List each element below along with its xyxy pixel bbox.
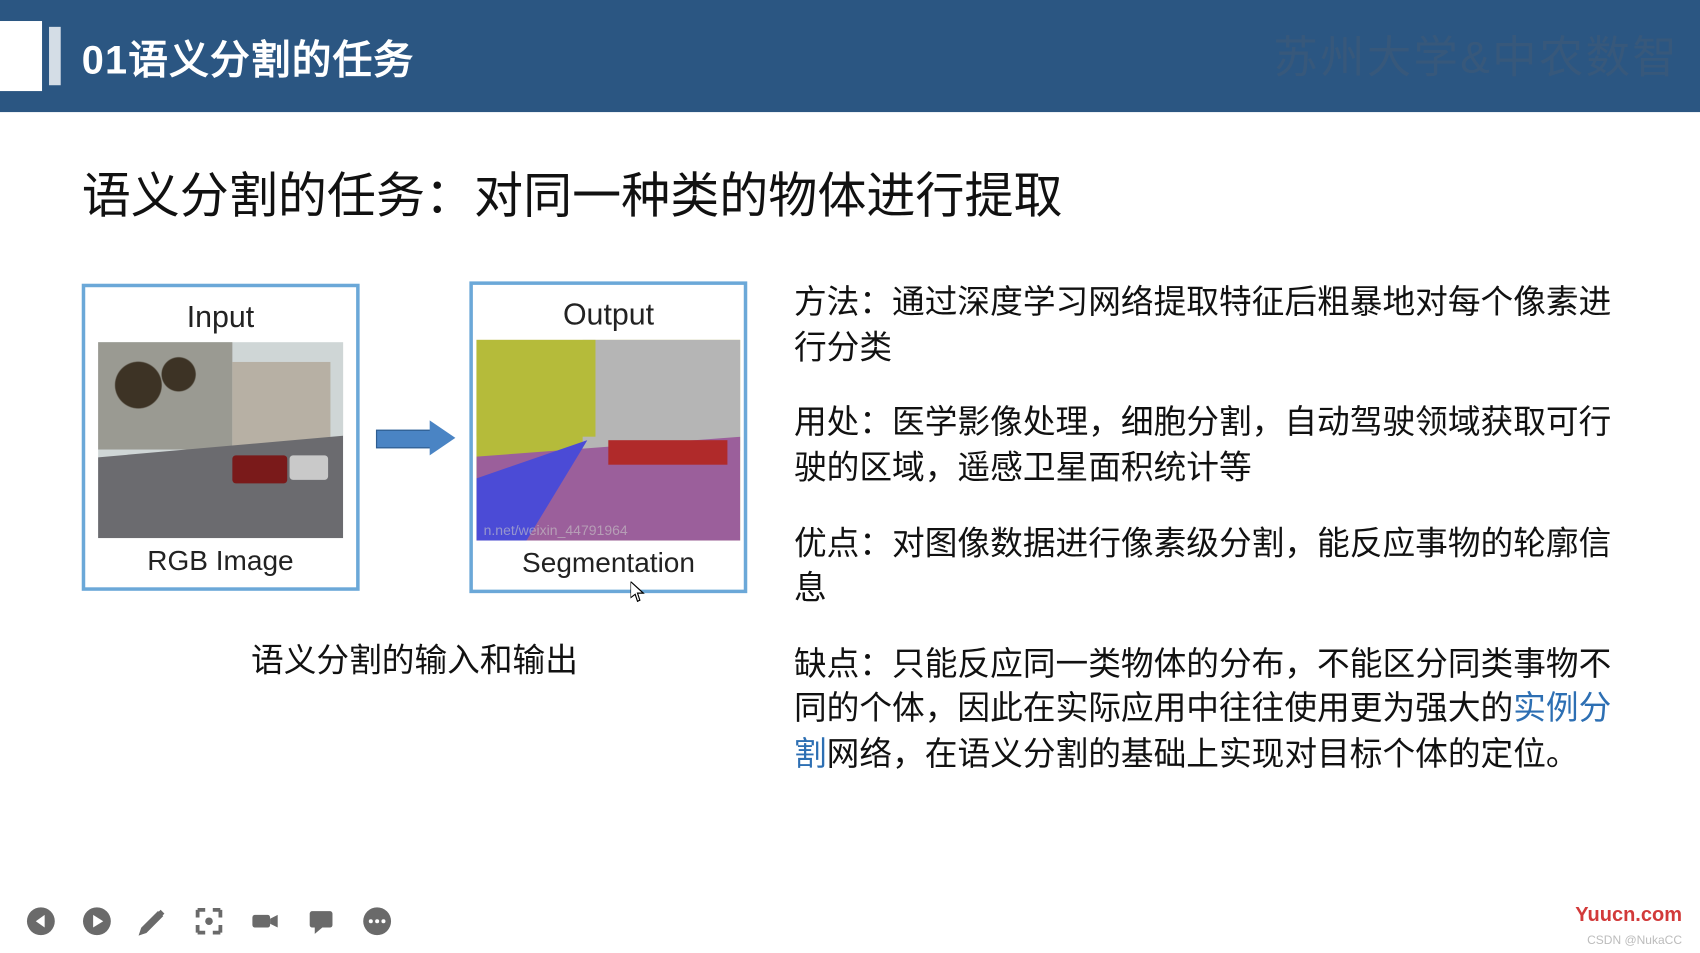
pencil-icon[interactable] bbox=[138, 906, 168, 936]
back-icon[interactable] bbox=[26, 906, 56, 936]
camera-icon[interactable] bbox=[250, 906, 280, 936]
input-box: Input RGB Image bbox=[82, 284, 359, 591]
input-label-bottom: RGB Image bbox=[147, 545, 293, 578]
text-column: 方法：通过深度学习网络提取特征后粗暴地对每个像素进行分类 用处：医学影像处理，细… bbox=[794, 274, 1618, 808]
header-accent-bars bbox=[0, 0, 82, 112]
mouse-cursor-icon bbox=[631, 581, 645, 602]
yuucn-watermark: Yuucn.com bbox=[1575, 904, 1682, 927]
accent-bar-large bbox=[0, 21, 42, 91]
play-icon[interactable] bbox=[82, 906, 112, 936]
inner-watermark: n.net/weixin_44791964 bbox=[484, 522, 628, 538]
more-icon[interactable] bbox=[362, 906, 392, 936]
output-box: Output n.net/weixin_44791964 Segmentatio… bbox=[470, 281, 747, 593]
arrow-icon bbox=[376, 420, 454, 455]
slide-header: 01语义分割的任务 苏州大学&中农数智 bbox=[0, 0, 1700, 112]
slide-content: 语义分割的任务：对同一种类的物体进行提取 Input RGB Image bbox=[0, 112, 1700, 809]
output-label-bottom: Segmentation bbox=[522, 548, 695, 581]
institution-watermark: 苏州大学&中农数智 bbox=[1273, 21, 1679, 85]
illustration-column: Input RGB Image Output n.net/weixi bbox=[82, 274, 748, 808]
segmentation-thumbnail: n.net/weixin_44791964 bbox=[477, 340, 741, 541]
paragraph-cons: 缺点：只能反应同一类物体的分布，不能区分同类事物不同的个体，因此在实际应用中往往… bbox=[794, 643, 1618, 778]
page-title: 语义分割的任务：对同一种类的物体进行提取 bbox=[82, 156, 1619, 227]
focus-icon[interactable] bbox=[194, 906, 224, 936]
paragraph-usage: 用处：医学影像处理，细胞分割，自动驾驶领域获取可行驶的区域，遥感卫星面积统计等 bbox=[794, 402, 1618, 492]
chat-icon[interactable] bbox=[306, 906, 336, 936]
paragraph-method: 方法：通过深度学习网络提取特征后粗暴地对每个像素进行分类 bbox=[794, 281, 1618, 371]
player-toolbar bbox=[26, 906, 393, 936]
section-header: 01语义分割的任务 bbox=[82, 27, 415, 84]
cons-text-a: 缺点：只能反应同一类物体的分布，不能区分同类事物不同的个体，因此在实际应用中往往… bbox=[794, 647, 1611, 728]
input-label-top: Input bbox=[187, 299, 255, 335]
section-number: 01 bbox=[82, 38, 129, 82]
csdn-watermark: CSDN @NukaCC bbox=[1587, 933, 1682, 947]
accent-bar-thin bbox=[49, 27, 61, 85]
paragraph-pros: 优点：对图像数据进行像素级分割，能反应事物的轮廓信息 bbox=[794, 523, 1618, 613]
output-label-top: Output bbox=[563, 297, 654, 333]
rgb-image-thumbnail bbox=[98, 342, 343, 538]
section-title: 语义分割的任务 bbox=[128, 38, 414, 82]
figure-caption: 语义分割的输入和输出 bbox=[82, 635, 748, 682]
cons-text-b: 网络，在语义分割的基础上实现对目标个体的定位。 bbox=[827, 737, 1579, 773]
